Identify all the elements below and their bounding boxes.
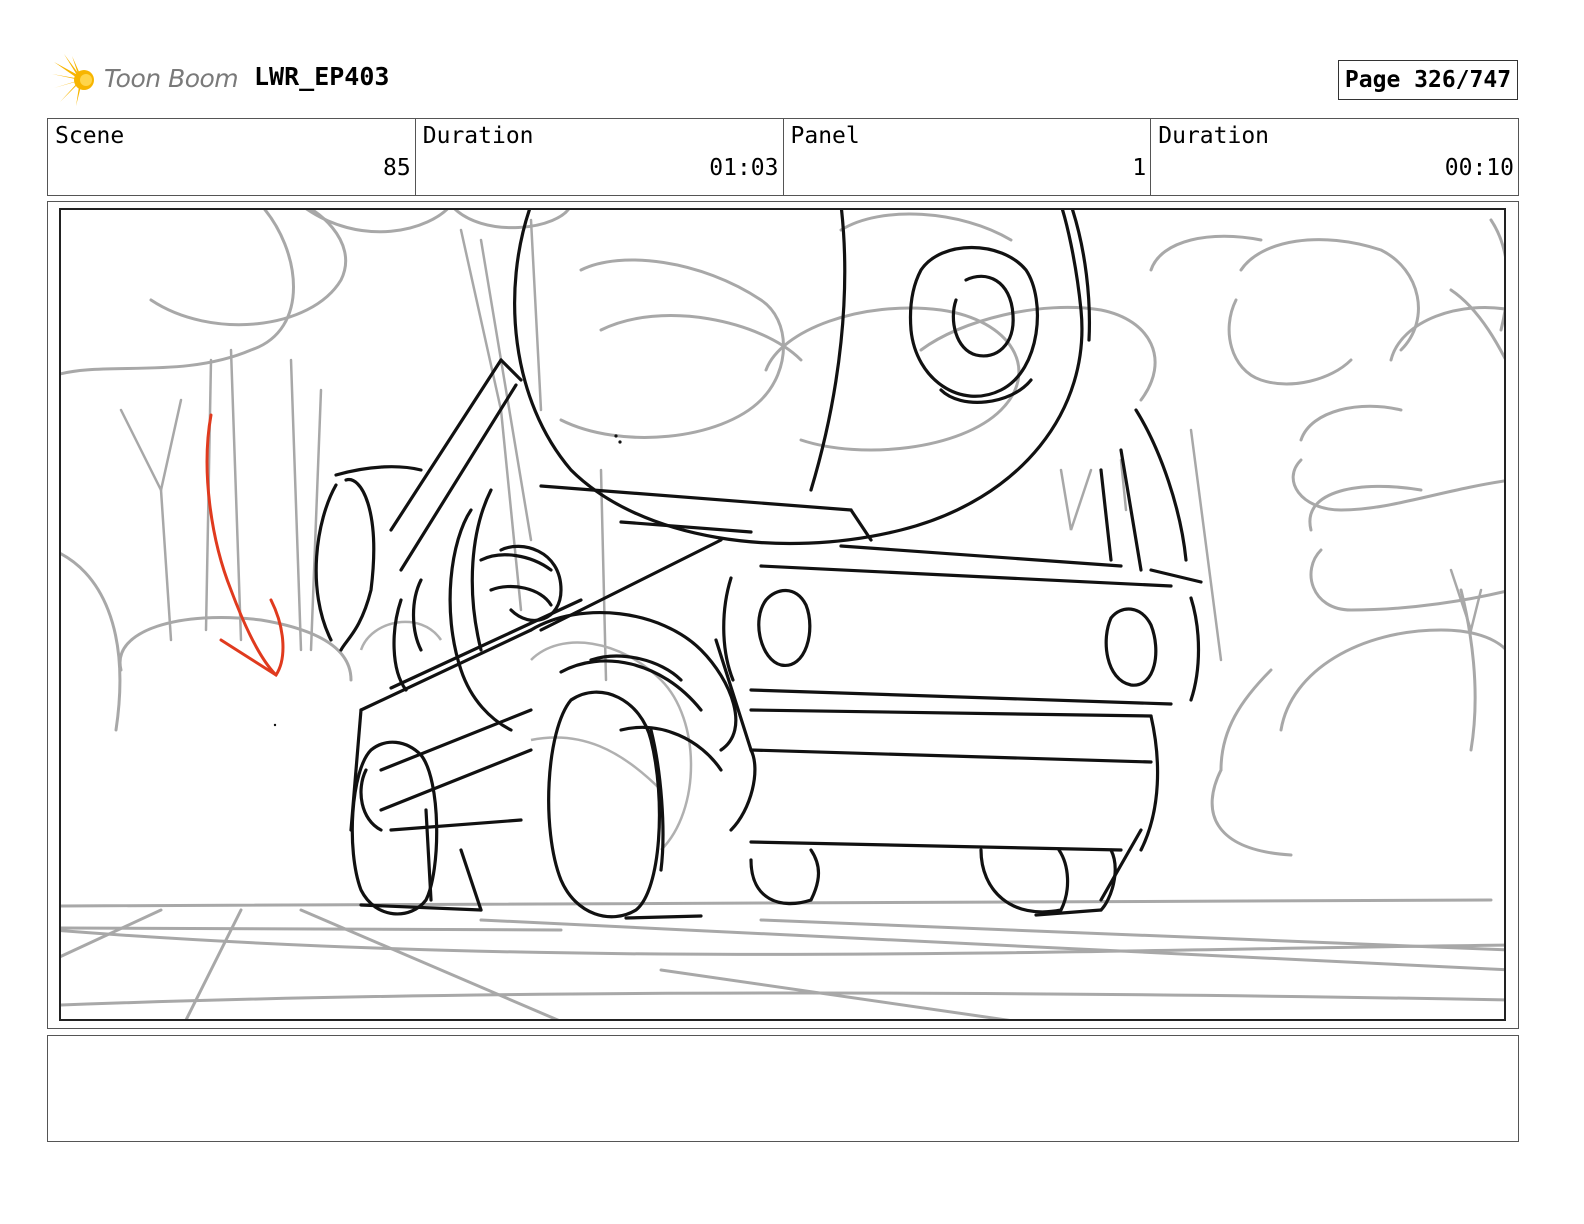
panel-frame [47,201,1519,1029]
red-motion-line [205,413,285,678]
toon-boom-logo: Toon Boom [50,52,242,108]
sketch-dots [273,434,622,727]
ground-grid [61,898,1504,1019]
vehicle-sketch [61,210,1504,1019]
panel-notes-box[interactable] [47,1035,1519,1142]
project-title: LWR_EP403 [254,62,390,91]
storyboard-drawing [59,208,1506,1021]
construction-lines [359,620,693,851]
page-number: Page 326/747 [1338,60,1518,100]
panel-duration-cell: Duration 00:10 [1151,119,1518,195]
panel-duration-label: Duration [1158,123,1270,149]
scene-duration-cell: Duration 01:03 [416,119,784,195]
panel-cell: Panel 1 [784,119,1152,195]
scene-duration-value: 01:03 [709,155,779,181]
background-trees [119,218,1483,682]
scene-cell: Scene 85 [48,119,416,195]
scene-info-row: Scene 85 Duration 01:03 Panel 1 Duration… [47,118,1519,196]
background-foliage [61,210,1504,857]
starburst-icon [52,54,94,106]
vehicle-lines [314,210,1203,920]
scene-value: 85 [383,155,411,181]
panel-value: 1 [1132,155,1147,181]
panel-duration-value: 00:10 [1444,155,1514,181]
logo-wordmark: Toon Boom [104,64,239,93]
panel-label: Panel [790,123,860,149]
scene-duration-label: Duration [422,123,534,149]
scene-label: Scene [55,123,125,149]
